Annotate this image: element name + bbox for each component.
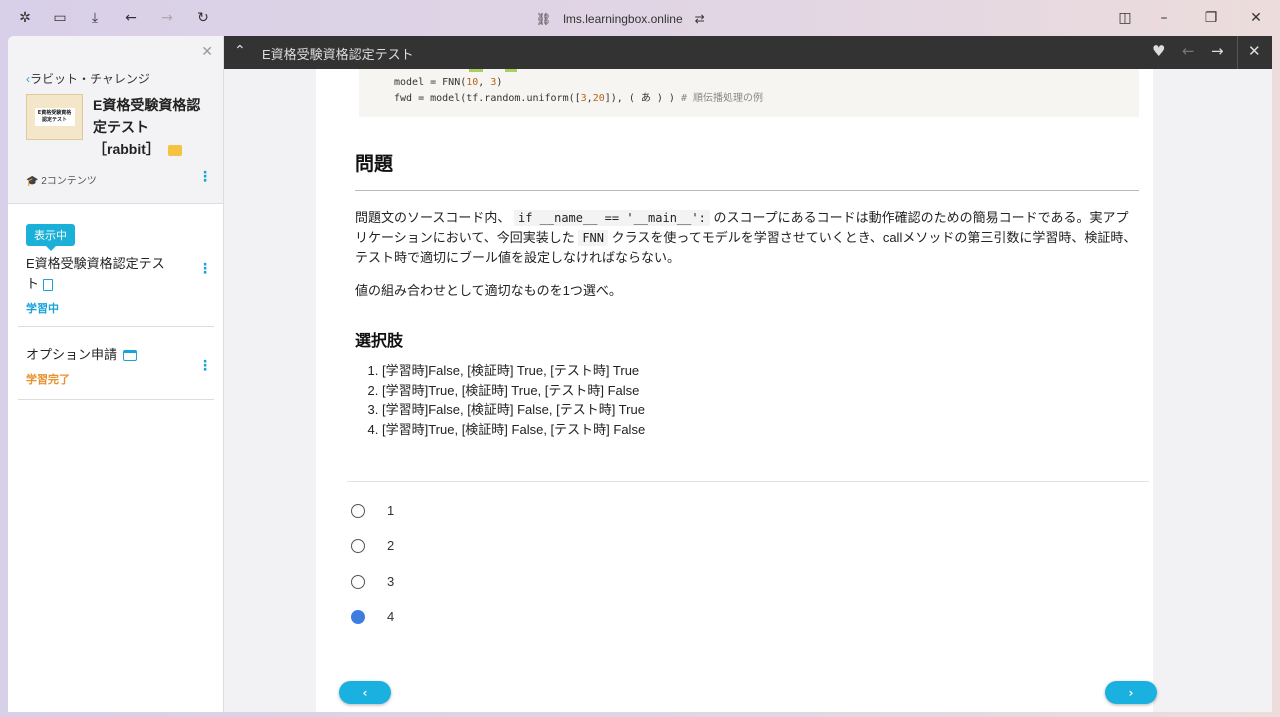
- window-close-icon[interactable]: ✕: [1247, 9, 1265, 27]
- prev-page-button[interactable]: ‹: [339, 681, 391, 704]
- radio-button[interactable]: [351, 574, 365, 589]
- item-menu-icon[interactable]: ⋮: [198, 262, 212, 276]
- course-header: ✕ ‹ラビット・チャレンジ E資格受験資格認定テスト E資格受験資格認 定テスト…: [8, 36, 223, 204]
- list-item: [学習時]False, [検証時] False, [テスト時] True: [382, 400, 645, 420]
- graduation-cap-icon: 🎓: [26, 176, 39, 187]
- question-instruction: 値の組み合わせとして適切なものを1つ選べ。: [355, 283, 622, 298]
- folder-icon: [167, 144, 182, 156]
- url-text: lms.learningbox.online: [563, 12, 683, 26]
- divider: [355, 190, 1139, 191]
- question-text: 問題文のソースコード内、 if __name__ == '__main__': …: [355, 210, 1137, 265]
- restore-icon[interactable]: ❐: [1202, 9, 1220, 27]
- minimize-icon[interactable]: –: [1155, 9, 1173, 27]
- code-line: model = FNN(10, 3): [394, 77, 503, 88]
- sidebar-close-icon[interactable]: ✕: [201, 44, 213, 60]
- split-view-icon[interactable]: ◫: [1116, 9, 1134, 27]
- heart-icon[interactable]: ♥: [1152, 42, 1165, 60]
- close-icon[interactable]: ✕: [1248, 42, 1261, 60]
- status-badge: 学習中: [26, 303, 59, 315]
- back-to-course-link[interactable]: ‹ラビット・チャレンジ: [26, 70, 150, 87]
- answer-option-1[interactable]: 1: [351, 503, 394, 518]
- divider: [1237, 36, 1238, 69]
- content-count: 🎓 2コンテンツ: [26, 176, 97, 187]
- course-title: E資格受験資格認 定テスト ［rabbit］: [93, 97, 201, 157]
- question-heading: 問題: [355, 154, 394, 175]
- back-arrow-icon[interactable]: ←: [122, 9, 140, 27]
- answer-option-4[interactable]: 4: [351, 609, 394, 624]
- radio-button-selected[interactable]: [351, 609, 365, 624]
- next-page-button[interactable]: ›: [1105, 681, 1157, 704]
- course-menu-icon[interactable]: ⋮: [198, 170, 212, 184]
- current-badge: 表示中: [26, 224, 75, 251]
- divider: [18, 326, 214, 327]
- answer-option-3[interactable]: 3: [351, 574, 394, 589]
- course-sidebar: ✕ ‹ラビット・チャレンジ E資格受験資格認定テスト E資格受験資格認 定テスト…: [8, 36, 224, 712]
- sidebar-item-title: E資格受験資格認定テス ト: [26, 256, 165, 291]
- window-icon: [123, 350, 138, 362]
- document-icon: [43, 278, 54, 291]
- thumbnail-label: E資格受験資格認定テスト: [34, 108, 75, 126]
- copilot-icon[interactable]: ✲: [16, 9, 34, 27]
- divider: [347, 481, 1149, 482]
- address-bar[interactable]: ⛓ lms.learningbox.online ⇄: [536, 9, 705, 29]
- prev-arrow-icon[interactable]: ←: [1182, 42, 1195, 60]
- divider: [18, 399, 214, 400]
- download-icon[interactable]: ⤓: [86, 9, 104, 27]
- sidebar-toggle-icon[interactable]: ▭: [51, 9, 69, 27]
- list-item: [学習時]False, [検証時] True, [テスト時] True: [382, 361, 645, 381]
- sidebar-item-option[interactable]: オプション申請 学習完了: [26, 345, 214, 387]
- status-badge: 学習完了: [26, 374, 70, 386]
- link-icon: ⛓: [536, 12, 552, 26]
- reload-icon[interactable]: ↻: [194, 9, 212, 27]
- sidebar-item-test[interactable]: 表示中 E資格受験資格認定テス ト 学習中: [26, 224, 214, 316]
- browser-chrome: ✲ ▭ ⤓ ← → ↻ ⛓ lms.learningbox.online ⇄ ◫…: [0, 0, 1280, 36]
- question-panel: model = FNN(10, 3) fwd = model(tf.random…: [316, 69, 1157, 712]
- site-settings-icon[interactable]: ⇄: [695, 12, 705, 26]
- options-heading: 選択肢: [355, 333, 404, 350]
- course-thumbnail: E資格受験資格認定テスト: [26, 94, 83, 140]
- code-line: fwd = model(tf.random.uniform([3,20]), (…: [394, 93, 764, 104]
- topbar-title: E資格受験資格認定テスト: [262, 47, 414, 62]
- choice-list: [学習時]False, [検証時] True, [テスト時] True [学習時…: [382, 361, 645, 440]
- code-block: model = FNN(10, 3) fwd = model(tf.random…: [359, 69, 1139, 117]
- content-topbar: ⌃ E資格受験資格認定テスト ♥ ← → ✕: [224, 36, 1272, 69]
- sidebar-item-title: オプション申請: [26, 345, 214, 365]
- chevron-up-icon[interactable]: ⌃: [234, 43, 246, 59]
- radio-button[interactable]: [351, 538, 365, 553]
- radio-button[interactable]: [351, 503, 365, 518]
- forward-arrow-icon[interactable]: →: [158, 9, 176, 27]
- next-arrow-icon[interactable]: →: [1211, 42, 1224, 60]
- list-item: [学習時]True, [検証時] False, [テスト時] False: [382, 420, 645, 440]
- item-menu-icon[interactable]: ⋮: [198, 359, 212, 373]
- list-item: [学習時]True, [検証時] True, [テスト時] False: [382, 381, 645, 401]
- answer-option-2[interactable]: 2: [351, 538, 394, 553]
